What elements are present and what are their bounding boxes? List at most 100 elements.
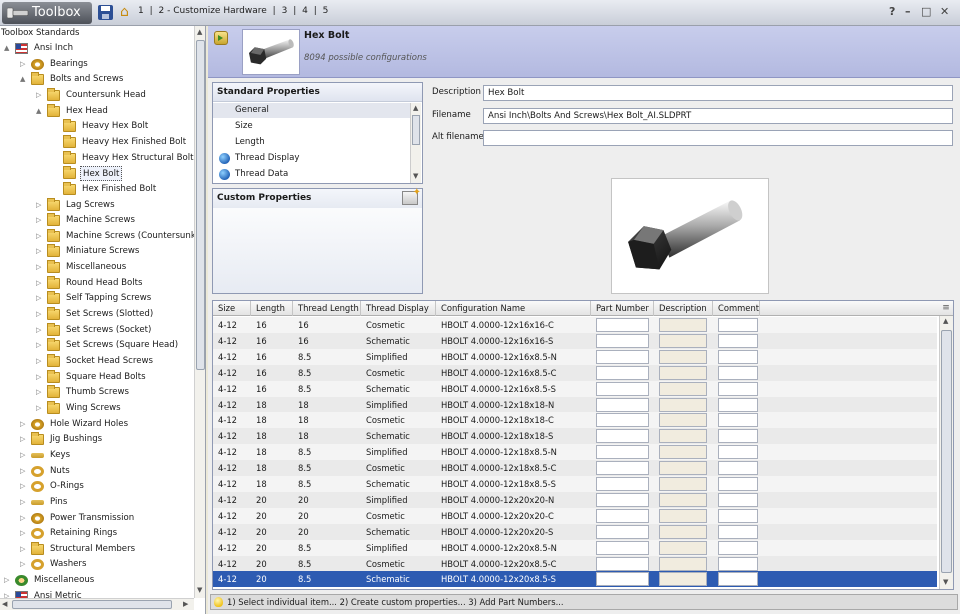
tree-item[interactable]: Hex Finished Bolt [0,181,194,197]
table-row[interactable]: 4-12 16 8.5 Cosmetic HBOLT 4.0000-12x16x8.5-… [213,364,937,381]
expand-arrow-icon[interactable]: ▷ [20,526,28,541]
part-number-cell[interactable] [596,508,649,523]
tree-item[interactable]: ▷ Pins [0,495,194,510]
part-number-cell[interactable] [596,556,649,571]
tree-item[interactable]: ▲ Ansi Inch [0,41,194,56]
column-header[interactable]: Comment [713,301,760,316]
description-cell[interactable] [659,349,707,364]
table-row[interactable]: 4-12 18 8.5 Cosmetic HBOLT 4.0000-12x18x8.5-… [213,460,937,477]
close-button[interactable]: ✕ [940,5,949,18]
column-chooser-icon[interactable]: ≡ [939,301,953,316]
expand-arrow-icon[interactable]: ▷ [36,370,44,385]
description-cell[interactable] [659,381,707,396]
tree-hscroll-thumb[interactable] [12,600,172,609]
tree-item[interactable]: ▷ Square Head Bolts [0,369,194,385]
tree-item[interactable]: ▷ Socket Head Screws [0,354,194,369]
tree-item[interactable]: ▲ Hex Head [0,103,194,119]
tree-item[interactable]: ▷ Structural Members [0,541,194,557]
description-cell[interactable] [659,572,707,587]
expand-arrow-icon[interactable]: ▷ [20,464,28,479]
expand-arrow-icon[interactable]: ▷ [36,323,44,338]
column-header[interactable]: Part Number [591,301,654,316]
expand-arrow-icon[interactable]: ▷ [36,213,44,228]
table-row[interactable]: 4-12 16 16 Schematic HBOLT 4.0000-12x16x16-S [213,332,937,349]
properties-scroll-thumb[interactable] [412,115,420,145]
expand-arrow-icon[interactable]: ▷ [36,401,44,416]
table-row[interactable]: 4-12 20 20 Simplified HBOLT 4.0000-12x20x20-… [213,491,937,508]
description-cell[interactable] [659,445,707,460]
comment-cell[interactable] [718,381,758,396]
tree-item[interactable]: ▷ Miniature Screws [0,244,194,259]
column-header[interactable]: Size [213,301,251,316]
tree-item[interactable]: ▷ Miscellaneous [0,260,194,275]
scroll-up-arrow-icon[interactable]: ▲ [197,28,202,36]
alt-filename-field[interactable] [483,130,953,146]
tree-item[interactable]: Hex Bolt [0,166,194,182]
expand-arrow-icon[interactable]: ▷ [20,57,28,72]
table-row[interactable]: 4-12 20 20 Cosmetic HBOLT 4.0000-12x20x20-C [213,507,937,524]
comment-cell[interactable] [718,477,758,491]
tree-item[interactable]: ▷ O-Rings [0,479,194,494]
column-header[interactable]: Thread Display [361,301,436,316]
description-cell[interactable] [659,333,707,348]
tree-item[interactable]: Heavy Hex Bolt [0,119,194,134]
comment-cell[interactable] [718,397,758,412]
part-number-cell[interactable] [596,397,649,412]
part-number-cell[interactable] [596,413,649,428]
scroll-right-arrow-icon[interactable]: ▶ [183,600,188,608]
tree-scroll-thumb[interactable] [196,40,205,370]
comment-cell[interactable] [718,318,758,332]
comment-cell[interactable] [718,333,758,348]
property-item[interactable]: General [213,103,410,118]
part-number-cell[interactable] [596,429,649,444]
column-header[interactable]: Thread Length [293,301,361,316]
tree-item[interactable]: ▷ Wing Screws [0,400,194,416]
step-5-link[interactable]: 5 [323,6,329,16]
part-number-cell[interactable] [596,572,649,587]
expand-arrow-icon[interactable]: ▷ [20,511,28,526]
grid-scroll-thumb[interactable] [941,330,952,573]
column-header[interactable]: Length [251,301,293,316]
part-number-cell[interactable] [596,333,649,348]
add-custom-property-icon[interactable] [402,187,421,205]
expand-arrow-icon[interactable]: ▷ [36,260,44,275]
scroll-up-arrow-icon[interactable]: ▲ [413,104,418,112]
description-cell[interactable] [659,365,707,380]
description-cell[interactable] [659,461,707,476]
properties-scrollbar[interactable]: ▲ ▼ [410,103,421,183]
table-row[interactable]: 4-12 16 16 Cosmetic HBOLT 4.0000-12x16x16-C [213,317,937,333]
property-item[interactable]: Thread Data [213,167,410,182]
step-3-link[interactable]: 3 [282,6,288,16]
expand-arrow-icon[interactable]: ▷ [36,307,44,322]
part-number-cell[interactable] [596,492,649,507]
expand-arrow-icon[interactable]: ▷ [4,573,12,588]
maximize-button[interactable]: □ [921,5,931,18]
comment-cell[interactable] [718,524,758,539]
property-item[interactable]: Size [213,119,410,134]
scroll-down-arrow-icon[interactable]: ▼ [413,172,418,180]
property-item[interactable]: Length [213,135,410,150]
expand-arrow-icon[interactable]: ▷ [36,385,44,400]
table-row[interactable]: 4-12 20 20 Schematic HBOLT 4.0000-12x20x20-S [213,523,937,540]
property-item[interactable]: Thread Display [213,151,410,166]
description-cell[interactable] [659,524,707,539]
expand-arrow-icon[interactable]: ▷ [36,88,44,103]
tree-item[interactable]: ▷ Thumb Screws [0,385,194,400]
table-row[interactable]: 4-12 18 18 Cosmetic HBOLT 4.0000-12x18x18-C [213,412,937,429]
step-1-link[interactable]: 1 [138,6,144,16]
comment-cell[interactable] [718,413,758,428]
description-cell[interactable] [659,492,707,507]
table-row[interactable]: 4-12 16 8.5 Simplified HBOLT 4.0000-12x16x8.… [213,348,937,365]
collapse-arrow-icon[interactable]: ▲ [20,72,28,87]
table-row[interactable]: 4-12 20 8.5 Simplified HBOLT 4.0000-12x20x8.… [213,539,937,556]
scroll-down-arrow-icon[interactable]: ▼ [197,586,202,594]
scroll-up-arrow-icon[interactable]: ▲ [943,317,948,325]
tree-item[interactable]: ▷ Keys [0,448,194,463]
expand-arrow-icon[interactable]: ▷ [20,479,28,494]
description-cell[interactable] [659,397,707,412]
comment-cell[interactable] [718,508,758,523]
description-cell[interactable] [659,556,707,571]
expand-arrow-icon[interactable]: ▷ [36,354,44,369]
tree-item[interactable]: ▷ Hole Wizard Holes [0,417,194,432]
part-number-cell[interactable] [596,524,649,539]
